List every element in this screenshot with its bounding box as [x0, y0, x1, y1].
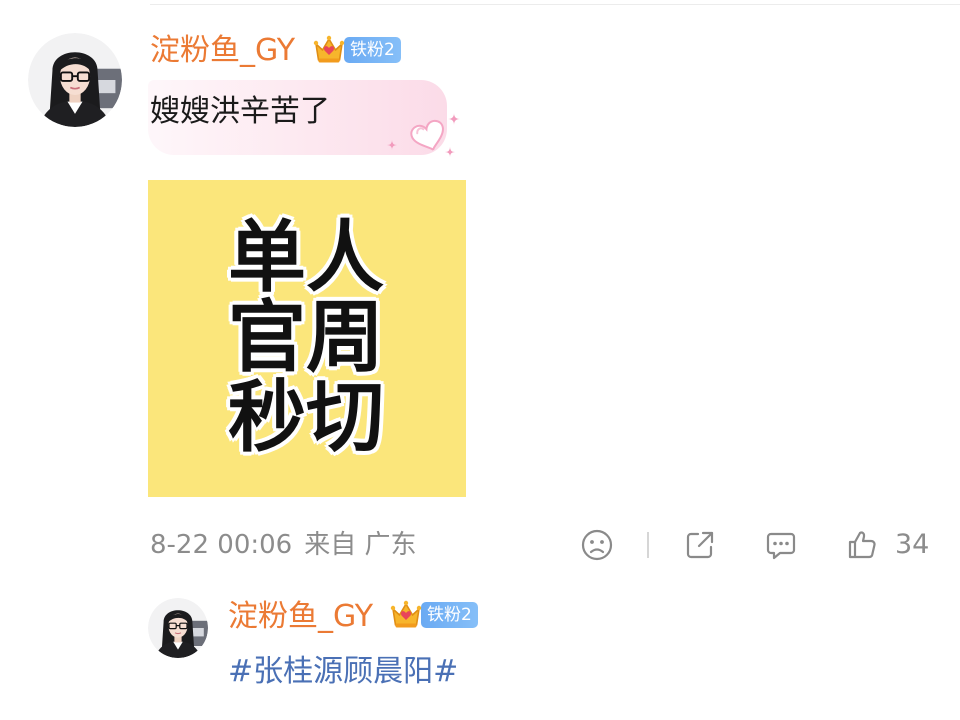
avatar-photo — [148, 598, 208, 658]
fan-level-badge: 铁粉2 — [421, 602, 478, 628]
comment-author-avatar[interactable] — [28, 33, 122, 127]
comment-icon[interactable] — [764, 528, 798, 562]
like-button[interactable]: 34 — [845, 528, 929, 562]
comment-bubble[interactable]: 嫂嫂洪辛苦了 — [148, 80, 460, 157]
reply-fan-badge[interactable]: 铁粉2 — [389, 598, 478, 632]
crown-icon — [312, 33, 346, 67]
like-count: 34 — [895, 529, 930, 560]
crown-icon — [389, 598, 423, 632]
frown-face-icon[interactable] — [580, 528, 614, 562]
comment-text: 嫂嫂洪辛苦了 — [150, 94, 330, 129]
heart-sparkle-icon — [384, 110, 460, 160]
avatar-photo — [28, 33, 122, 127]
reply-author-name[interactable]: 淀粉鱼_GY — [228, 599, 373, 635]
comment-image[interactable]: 单人 官周 秒切 — [148, 180, 466, 497]
reply-author-avatar[interactable] — [148, 598, 208, 658]
image-caption-line: 官周 — [228, 293, 385, 383]
top-divider — [150, 4, 960, 5]
action-separator — [647, 532, 649, 558]
comment-meta: 8-22 00:06 来自 广东 — [150, 527, 416, 563]
image-caption-line: 单人 — [228, 213, 385, 303]
image-caption-line: 秒切 — [228, 373, 385, 463]
comment-fan-badge[interactable]: 铁粉2 — [312, 33, 401, 67]
comment-location: 来自 广东 — [304, 530, 417, 560]
fan-level-badge: 铁粉2 — [344, 37, 401, 63]
comment-author-name[interactable]: 淀粉鱼_GY — [150, 33, 295, 69]
comment-timestamp: 8-22 00:06 — [150, 530, 293, 560]
thumbs-up-icon[interactable] — [845, 528, 879, 562]
share-icon[interactable] — [683, 528, 717, 562]
image-caption: 单人 官周 秒切 — [228, 218, 384, 458]
reply-hashtag-link[interactable]: #张桂源顾晨阳# — [228, 653, 458, 691]
